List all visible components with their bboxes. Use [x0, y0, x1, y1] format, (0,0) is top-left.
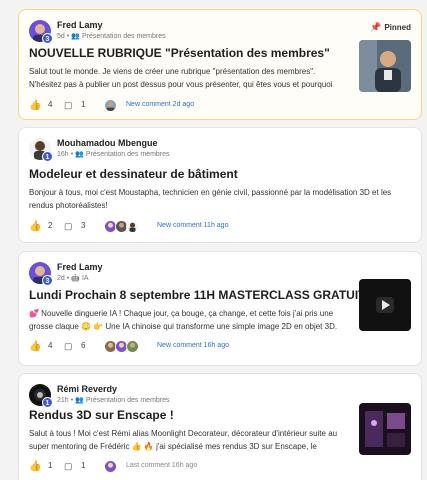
- post-excerpt: 💕 Nouvelle dinguerie IA ! Chaque jour, ç…: [29, 307, 369, 333]
- post-excerpt: Bonjour à tous, moi c'est Moustapha, tec…: [29, 186, 419, 212]
- author-name[interactable]: Fred Lamy: [57, 20, 103, 30]
- commenter-avatar[interactable]: [104, 460, 117, 473]
- post-title[interactable]: Lundi Prochain 8 septembre 11H MASTERCLA…: [29, 288, 374, 302]
- ai-icon: 🤖: [71, 275, 80, 282]
- comment-count: 6: [81, 341, 86, 350]
- post-excerpt-line: rendus photoréalistes!: [29, 201, 108, 210]
- thumbs-up-icon[interactable]: 👍: [29, 341, 41, 352]
- pinned-badge: 📌 Pinned: [370, 22, 411, 33]
- post-meta: 5d • 👥 Présentation des membres: [57, 33, 166, 40]
- commenter-avatar[interactable]: [126, 340, 139, 353]
- thumbs-up-icon[interactable]: 👍: [29, 100, 41, 111]
- comment-icon[interactable]: ▢: [64, 221, 73, 232]
- post-actions: 👍 1 ▢ 1 Last comment 16h ago: [29, 460, 279, 475]
- post-category[interactable]: Présentation des membres: [86, 151, 170, 158]
- post-card[interactable]: 3 Fred Lamy 2d • 🤖 IA Lundi Prochain 8 sept…: [18, 251, 422, 366]
- post-excerpt-line: Salut à tous ! Moi c'est Rémi alias Moon…: [29, 429, 338, 438]
- post-meta: 21h • 👥 Présentation des membres: [57, 397, 170, 404]
- like-count: 4: [48, 341, 53, 350]
- like-count: 1: [48, 461, 53, 470]
- comment-count: 1: [81, 461, 86, 470]
- post-title[interactable]: Rendus 3D sur Enscape !: [29, 408, 174, 422]
- members-icon: 👥: [71, 33, 80, 40]
- video-thumbnail[interactable]: [359, 279, 411, 331]
- level-badge: 1: [42, 151, 53, 162]
- comment-status[interactable]: New comment 16h ago: [157, 342, 229, 349]
- post-actions: 👍 4 ▢ 1 New comment 2d ago: [29, 99, 279, 114]
- members-icon: 👥: [75, 397, 84, 404]
- author-name[interactable]: Rémi Reverdy: [57, 384, 117, 394]
- author-name[interactable]: Mouhamadou Mbengue: [57, 138, 158, 148]
- comment-icon[interactable]: ▢: [64, 100, 73, 111]
- members-icon: 👥: [75, 151, 84, 158]
- post-excerpt-line: grosse claque 😳 👉 Une IA chinoise qui tr…: [29, 322, 338, 331]
- post-card-pinned[interactable]: 3 Fred Lamy 5d • 👥 Présentation des membres…: [18, 9, 422, 120]
- pinned-label: Pinned: [384, 23, 411, 32]
- post-time: 2d: [57, 275, 65, 282]
- post-actions: 👍 4 ▢ 6 New comment 16h ago: [29, 340, 279, 355]
- post-actions: 👍 2 ▢ 3 New comment 11h ago: [29, 220, 279, 235]
- post-category[interactable]: Présentation des membres: [82, 33, 166, 40]
- post-card[interactable]: 1 Mouhamadou Mbengue 16h • 👥 Présentation d…: [18, 127, 422, 243]
- post-excerpt-line: N'hésitez pas à publier un post dessus p…: [29, 80, 333, 89]
- comment-status[interactable]: New comment 2d ago: [126, 101, 194, 108]
- like-count: 2: [48, 221, 53, 230]
- author-name[interactable]: Fred Lamy: [57, 262, 103, 272]
- post-time: 5d: [57, 33, 65, 40]
- post-time: 21h: [57, 397, 69, 404]
- post-excerpt: Salut tout le monde. Je viens de créer u…: [29, 65, 349, 91]
- post-category[interactable]: IA: [82, 275, 89, 282]
- comment-status[interactable]: Last comment 16h ago: [126, 462, 197, 469]
- comment-icon[interactable]: ▢: [64, 461, 73, 472]
- post-thumbnail[interactable]: [359, 403, 411, 455]
- post-thumbnail[interactable]: [359, 40, 411, 92]
- level-badge: 3: [42, 275, 53, 286]
- post-time: 16h: [57, 151, 69, 158]
- post-meta: 16h • 👥 Présentation des membres: [57, 151, 170, 158]
- comment-count: 1: [81, 100, 86, 109]
- commenter-avatar[interactable]: [104, 99, 117, 112]
- post-excerpt: Salut à tous ! Moi c'est Rémi alias Moon…: [29, 427, 361, 453]
- comment-count: 3: [81, 221, 86, 230]
- post-excerpt-line: Bonjour à tous, moi c'est Moustapha, tec…: [29, 188, 392, 197]
- commenter-avatar[interactable]: [126, 220, 139, 233]
- level-badge: 3: [42, 33, 53, 44]
- post-category[interactable]: Présentation des membres: [86, 397, 170, 404]
- thumbs-up-icon[interactable]: 👍: [29, 461, 41, 472]
- level-badge: 1: [42, 397, 53, 408]
- post-excerpt-line: 💕 Nouvelle dinguerie IA ! Chaque jour, ç…: [29, 309, 334, 318]
- comment-status[interactable]: New comment 11h ago: [157, 222, 228, 229]
- thumbs-up-icon[interactable]: 👍: [29, 221, 41, 232]
- post-card[interactable]: 1 Rémi Reverdy 21h • 👥 Présentation des mem…: [18, 373, 422, 480]
- comment-icon[interactable]: ▢: [64, 341, 73, 352]
- post-title[interactable]: NOUVELLE RUBRIQUE "Présentation des memb…: [29, 46, 330, 60]
- like-count: 4: [48, 100, 53, 109]
- post-excerpt-line: super mentoring de Frédéric 👍 🔥 j'ai spé…: [29, 442, 317, 451]
- post-excerpt-line: Salut tout le monde. Je viens de créer u…: [29, 67, 316, 76]
- post-title[interactable]: Modeleur et dessinateur de bâtiment: [29, 167, 238, 181]
- pin-icon: 📌: [370, 22, 382, 32]
- post-meta: 2d • 🤖 IA: [57, 275, 89, 282]
